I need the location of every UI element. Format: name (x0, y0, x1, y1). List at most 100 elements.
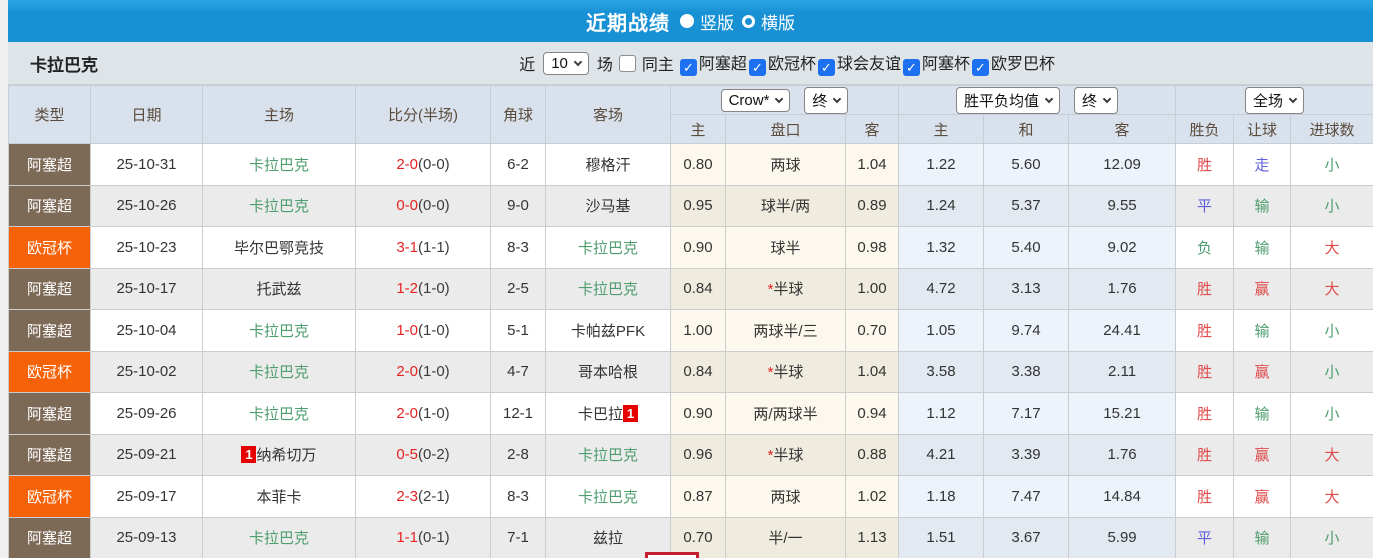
home-team-link[interactable]: 卡拉巴克 (249, 198, 309, 215)
odds-away: 1.02 (844, 475, 900, 518)
type-badge: 阿塞超 (8, 267, 91, 310)
radio-vertical-layout[interactable]: 竖版 (680, 9, 734, 34)
home-team-link[interactable]: 托武兹 (256, 281, 301, 298)
match-date: 25-10-26 (90, 184, 203, 227)
corner-score: 9-0 (490, 184, 546, 227)
odds-away: 0.70 (844, 309, 900, 352)
away-team-link[interactable]: 穆格汗 (585, 157, 630, 174)
home-team-link[interactable]: 卡拉巴克 (249, 157, 309, 174)
corner-score: 2-8 (490, 433, 546, 476)
home-team-link[interactable]: 卡拉巴克 (249, 530, 309, 547)
chevron-down-icon (1044, 94, 1054, 103)
goals-result-cell: 大 (1290, 475, 1373, 518)
home-team-link[interactable]: 卡拉巴克 (249, 406, 309, 423)
odds-company-select[interactable]: Crow* (720, 88, 791, 112)
radio-selected-icon[interactable] (680, 14, 694, 28)
goals-result-cell: 小 (1290, 392, 1373, 435)
handicap-line: 两/两球半 (725, 392, 846, 435)
handicap-result-value: 输 (1254, 405, 1270, 423)
same-home-label: 同主 (641, 57, 674, 74)
handicap-line: *半球 (725, 350, 846, 393)
home-team-link[interactable]: 纳希切万 (256, 447, 316, 464)
handicap-result-value: 输 (1254, 239, 1270, 257)
layout-radio-group: 竖版 横版 (680, 9, 795, 34)
mean-type-value: 胜平负均值 (964, 92, 1040, 110)
handicap-result-cell: 输 (1233, 309, 1292, 352)
away-team-link[interactable]: 沙马基 (585, 198, 630, 215)
radio-horizontal-label[interactable]: 横版 (761, 9, 795, 34)
fulltime-score: 3-1 (396, 238, 418, 256)
league-checkbox[interactable]: ✓ (902, 59, 920, 76)
league-checkbox[interactable]: ✓ (971, 59, 989, 76)
radio-vertical-label[interactable]: 竖版 (700, 9, 734, 34)
mean-draw: 5.40 (983, 226, 1070, 269)
home-team-link[interactable]: 卡拉巴克 (249, 364, 309, 381)
handicap-result-value: 赢 (1254, 281, 1270, 299)
mean-type-select[interactable]: 胜平负均值 (956, 86, 1061, 114)
home-team-link[interactable]: 本菲卡 (256, 489, 301, 506)
away-team-cell: 沙马基 (545, 184, 671, 227)
mean-away: 14.84 (1068, 475, 1177, 518)
recent-count-select[interactable]: 10 (543, 51, 589, 75)
goals-result-value: 小 (1324, 198, 1340, 216)
away-team-cell: 穆格汗 (545, 143, 671, 186)
clipped-red-box (645, 552, 699, 558)
home-team-cell: 卡拉巴克 (202, 184, 356, 227)
col-header-corners: 角球 (490, 85, 546, 144)
league-label: 阿塞杯 (921, 56, 970, 73)
same-home-checkbox[interactable] (618, 54, 636, 72)
away-team-link[interactable]: 卡拉巴克 (578, 447, 638, 464)
result-value: 胜 (1197, 156, 1213, 174)
league-checkbox[interactable]: ✓ (748, 59, 766, 76)
scope-group-header: 全场 (1175, 85, 1373, 115)
mean-away: 15.21 (1068, 392, 1177, 435)
result-cell: 胜 (1175, 433, 1235, 476)
mean-group-header: 胜平负均值 终 (898, 85, 1177, 115)
score-cell: 2-0(0-0) (355, 143, 491, 186)
away-team-link[interactable]: 卡巴拉 (578, 406, 623, 423)
handicap-result-cell: 输 (1233, 392, 1292, 435)
handicap-result-cell: 输 (1233, 516, 1292, 558)
odds-time-select[interactable]: 终 (804, 86, 849, 114)
away-team-link[interactable]: 卡拉巴克 (578, 281, 638, 298)
goals-result-value: 大 (1324, 281, 1340, 299)
goals-result-cell: 大 (1290, 267, 1373, 310)
league-checkbox[interactable]: ✓ (817, 59, 835, 76)
team-name: 卡拉巴克 (30, 55, 98, 75)
halftime-score: (0-2) (418, 446, 450, 464)
mean-time-select[interactable]: 终 (1074, 86, 1119, 114)
away-team-link[interactable]: 卡拉巴克 (578, 489, 638, 506)
type-badge: 阿塞超 (8, 433, 91, 476)
handicap-line: 球半 (725, 226, 846, 269)
home-team-link[interactable]: 毕尔巴鄂竞技 (234, 240, 324, 257)
handicap-result-cell: 赢 (1233, 267, 1292, 310)
home-team-link[interactable]: 卡拉巴克 (249, 323, 309, 340)
result-value: 胜 (1197, 488, 1213, 506)
games-label: 场 (596, 57, 613, 74)
scope-select[interactable]: 全场 (1245, 86, 1305, 114)
league-checkbox[interactable]: ✓ (679, 59, 697, 76)
result-value: 平 (1197, 198, 1213, 216)
away-team-link[interactable]: 卡帕兹PFK (571, 323, 645, 340)
odds-away: 0.94 (844, 392, 900, 435)
result-value: 负 (1197, 239, 1213, 257)
result-value: 胜 (1197, 322, 1213, 340)
score-cell: 1-2(1-0) (355, 267, 491, 310)
away-team-link[interactable]: 卡拉巴克 (578, 240, 638, 257)
fulltime-score: 2-0 (396, 363, 418, 381)
mean-draw: 5.37 (983, 184, 1070, 227)
handicap-result-value: 走 (1254, 156, 1270, 174)
mean-draw: 7.17 (983, 392, 1070, 435)
away-team-link[interactable]: 兹拉 (593, 530, 623, 547)
chevron-down-icon (1102, 94, 1112, 103)
radio-unselected-icon[interactable] (742, 14, 755, 28)
fulltime-score: 1-0 (396, 321, 418, 339)
radio-horizontal-layout[interactable]: 横版 (742, 9, 795, 34)
away-team-link[interactable]: 哥本哈根 (578, 364, 638, 381)
mean-away: 2.11 (1068, 350, 1177, 393)
mean-draw: 3.67 (983, 516, 1070, 558)
match-row: 阿塞超 25-09-21 1 纳希切万 0-5(0-2) 2-8 卡拉巴克 0.96 *半球 0.… (8, 433, 1373, 476)
odds-away: 0.88 (844, 433, 900, 476)
result-cell: 平 (1175, 184, 1235, 227)
scope-value: 全场 (1253, 92, 1284, 110)
